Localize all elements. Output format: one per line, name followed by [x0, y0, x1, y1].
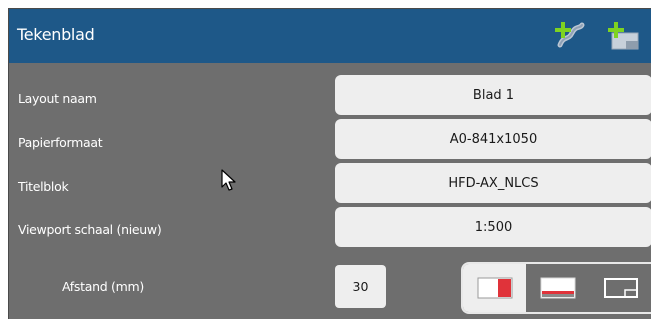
add-viewport-button[interactable] — [551, 19, 587, 53]
placement-selector — [461, 262, 651, 314]
title-block-field[interactable]: HFD-AX_NLCS — [335, 163, 651, 203]
panel-header: Tekenblad — [9, 9, 651, 63]
paper-format-field[interactable]: A0-841x1050 — [335, 119, 651, 159]
viewport-scale-label: Viewport schaal (nieuw) — [18, 222, 162, 237]
panel-title: Tekenblad — [17, 25, 95, 44]
add-sheet-icon — [608, 22, 639, 50]
title-block-label: Titelblok — [18, 179, 69, 194]
layout-name-label: Layout naam — [18, 91, 97, 106]
spacing-input[interactable]: 30 — [335, 265, 386, 308]
place-right-option[interactable] — [463, 264, 526, 312]
place-right-icon — [477, 277, 512, 299]
place-none-icon — [603, 278, 638, 298]
place-bottom-option[interactable] — [526, 264, 589, 312]
add-sheet-button[interactable] — [605, 19, 641, 53]
tekenblad-panel: Tekenblad Layout naam Blad 1 Papierforma… — [8, 8, 651, 319]
place-none-option[interactable] — [589, 264, 651, 312]
layout-name-field[interactable]: Blad 1 — [335, 75, 651, 115]
mouse-cursor-icon — [221, 169, 236, 191]
viewport-scale-field[interactable]: 1:500 — [335, 207, 651, 247]
spacing-label: Afstand (mm) — [62, 279, 144, 294]
place-bottom-icon — [540, 277, 575, 299]
add-viewport-icon — [555, 22, 585, 48]
paper-format-label: Papierformaat — [18, 135, 103, 150]
